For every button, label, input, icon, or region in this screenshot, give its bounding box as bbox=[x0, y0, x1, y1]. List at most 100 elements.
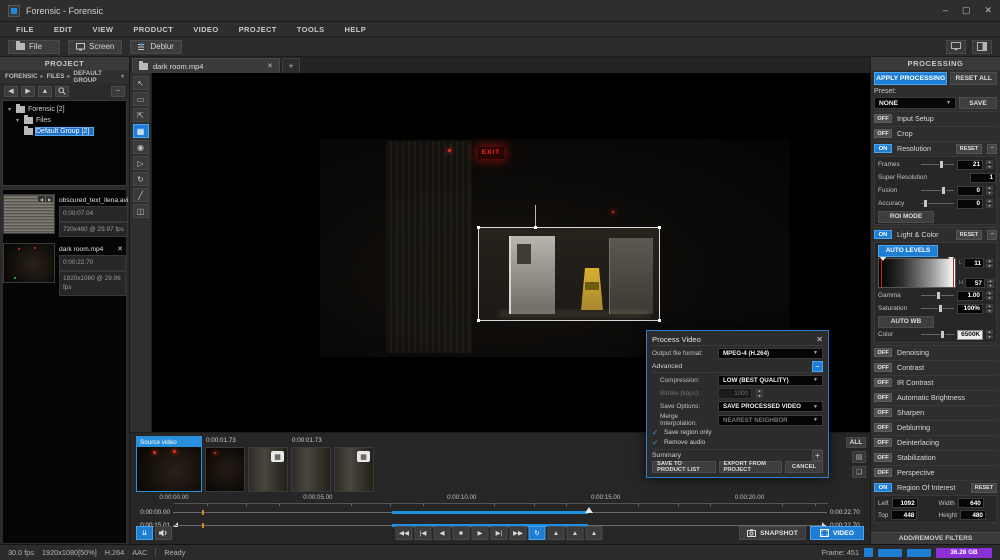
file-item-obscured-text[interactable]: ◀▶ obscured_text_llena.avi 0:00:07.04 72… bbox=[3, 194, 126, 237]
crumb-forensic[interactable]: FORENSIC bbox=[5, 73, 38, 80]
minimize-button[interactable]: – bbox=[943, 5, 948, 16]
filter-label[interactable]: IR Contrast bbox=[897, 378, 933, 387]
save-to-product-list-button[interactable]: SAVE TO PRODUCT LIST bbox=[652, 461, 716, 473]
loop-button[interactable]: ↻ bbox=[529, 526, 546, 540]
filter-label[interactable]: Denoising bbox=[897, 348, 929, 357]
filter-label[interactable]: Perspective bbox=[897, 468, 935, 477]
filter-label[interactable]: Crop bbox=[897, 129, 913, 138]
crumb-files[interactable]: FILES bbox=[47, 73, 65, 80]
screen-button[interactable]: Screen bbox=[68, 40, 122, 54]
reset-button[interactable]: RESET bbox=[971, 483, 997, 493]
bitrate-spinner[interactable]: ▲▼ bbox=[756, 389, 763, 398]
panel-layout-button[interactable] bbox=[972, 40, 992, 54]
toggle-off[interactable]: OFF bbox=[874, 393, 892, 402]
playhead-marker[interactable] bbox=[585, 507, 593, 513]
collapse-panel-button[interactable]: − bbox=[111, 86, 125, 97]
menu-video[interactable]: VIDEO bbox=[183, 25, 228, 34]
gamma-spinner[interactable]: ▲▼ bbox=[986, 291, 993, 300]
color-value[interactable]: 6500K bbox=[957, 330, 983, 340]
filter-label[interactable]: Deinterlacing bbox=[897, 438, 939, 447]
toggle-off[interactable]: OFF bbox=[874, 348, 892, 357]
toggle-off[interactable]: OFF bbox=[874, 129, 892, 138]
apply-processing-button[interactable]: APPLY PROCESSING bbox=[874, 72, 947, 85]
thumb-next-button[interactable]: ▶ bbox=[46, 196, 53, 202]
fusion-slider[interactable] bbox=[921, 186, 954, 195]
new-tab-button[interactable]: + bbox=[282, 58, 300, 73]
roi-left-value[interactable]: 1092 bbox=[892, 498, 918, 508]
file-remove-button[interactable]: ✕ bbox=[117, 245, 123, 253]
toggle-on[interactable]: ON bbox=[874, 230, 892, 239]
close-button[interactable]: ✕ bbox=[984, 5, 992, 16]
output-format-dropdown[interactable]: MPEG-4 (H.264)▼ bbox=[718, 348, 823, 359]
toggle-off[interactable]: OFF bbox=[874, 378, 892, 387]
clip-thumbnail[interactable] bbox=[205, 447, 245, 492]
roi-width-value[interactable]: 640 bbox=[958, 498, 984, 508]
menu-product[interactable]: PRODUCT bbox=[123, 25, 183, 34]
frames-spinner[interactable]: ▲▼ bbox=[986, 160, 993, 169]
reset-button[interactable]: RESET bbox=[956, 230, 982, 240]
selection-segment[interactable] bbox=[392, 511, 588, 514]
all-clips-button[interactable]: ALL bbox=[846, 437, 866, 448]
saturation-value[interactable]: 100% bbox=[957, 304, 983, 314]
tab-close-icon[interactable]: ✕ bbox=[267, 62, 273, 70]
deblur-button[interactable]: Deblur bbox=[130, 40, 182, 54]
filter-label[interactable]: Stabilization bbox=[897, 453, 936, 462]
toggle-on[interactable]: ON bbox=[874, 483, 892, 492]
marker-in-button[interactable]: ▲ bbox=[548, 526, 565, 540]
filter-label[interactable]: Sharpen bbox=[897, 408, 924, 417]
menu-tools[interactable]: TOOLS bbox=[287, 25, 335, 34]
go-to-start-button[interactable]: |◀ bbox=[415, 526, 432, 540]
compression-dropdown[interactable]: LOW (BEST QUALITY)▼ bbox=[718, 375, 823, 386]
filter-label[interactable]: Automatic Brightness bbox=[897, 393, 965, 402]
add-remove-filters-button[interactable]: ADD/REMOVE FILTERS bbox=[871, 532, 1000, 544]
marker-out-button[interactable]: ▲ bbox=[567, 526, 584, 540]
merge-interpolation-dropdown[interactable]: NEAREST NEIGHBOR▼ bbox=[718, 415, 823, 426]
reset-button[interactable]: RESET bbox=[956, 144, 982, 154]
auto-scroll-button[interactable]: ⇊ bbox=[136, 526, 153, 540]
clip-thumbnail[interactable] bbox=[291, 447, 331, 492]
rotate-tool[interactable]: ↻ bbox=[133, 172, 149, 186]
toggle-off[interactable]: OFF bbox=[874, 408, 892, 417]
color-spinner[interactable]: ▲▼ bbox=[986, 330, 993, 339]
filter-label[interactable]: Deblurring bbox=[897, 423, 930, 432]
fusion-value[interactable]: 0 bbox=[957, 186, 983, 196]
toggle-on[interactable]: ON bbox=[874, 144, 892, 153]
region-select-tool[interactable]: ▦ bbox=[133, 124, 149, 138]
collapse-section-button[interactable]: − bbox=[987, 144, 997, 154]
gamma-slider[interactable] bbox=[921, 291, 954, 300]
video-export-button[interactable]: VIDEO bbox=[810, 526, 864, 540]
saturation-slider[interactable] bbox=[921, 304, 954, 313]
roi-height-value[interactable]: 480 bbox=[960, 510, 986, 520]
color-slider[interactable] bbox=[921, 330, 954, 339]
thumb-prev-button[interactable]: ◀ bbox=[38, 196, 45, 202]
marker-clear-button[interactable]: ▲ bbox=[586, 526, 603, 540]
preset-save-button[interactable]: SAVE bbox=[959, 97, 997, 109]
levels-histogram[interactable] bbox=[878, 258, 956, 288]
auto-levels-button[interactable]: AUTO LEVELS bbox=[878, 245, 938, 257]
crumb-group[interactable]: DEFAULT GROUP bbox=[73, 70, 118, 84]
cancel-button[interactable]: CANCEL bbox=[785, 461, 823, 473]
audio-mute-button[interactable] bbox=[155, 526, 172, 540]
tree-node-forensic[interactable]: ▾ Forensic [2] bbox=[5, 104, 124, 115]
snapshot-button[interactable]: SNAPSHOT bbox=[739, 526, 806, 540]
step-forward-button[interactable]: ▶| bbox=[491, 526, 508, 540]
toggle-off[interactable]: OFF bbox=[874, 468, 892, 477]
auto-wb-button[interactable]: AUTO WB bbox=[878, 316, 934, 328]
advanced-collapse-button[interactable]: − bbox=[812, 361, 823, 372]
preset-dropdown[interactable]: NONE▼ bbox=[874, 97, 956, 109]
save-region-only-checkbox[interactable]: ✓ Save region only bbox=[652, 428, 823, 437]
menu-file[interactable]: FILE bbox=[6, 25, 44, 34]
filter-label[interactable]: Input Setup bbox=[897, 114, 934, 123]
timeline-ruler[interactable]: 0:00:00.00 0:00:05.00 0:00:10.00 0:00:15… bbox=[174, 494, 828, 504]
accuracy-value[interactable]: 0 bbox=[957, 199, 983, 209]
frames-value[interactable]: 21 bbox=[957, 160, 983, 170]
nav-forward-button[interactable]: ▶ bbox=[21, 86, 35, 97]
gamma-value[interactable]: 1.00 bbox=[957, 291, 983, 301]
levels-high-spinner[interactable]: ▲▼ bbox=[987, 279, 994, 288]
crop-tool[interactable]: ▭ bbox=[133, 92, 149, 106]
tree-node-default-group[interactable]: Default Group [2] bbox=[5, 126, 124, 137]
filter-label[interactable]: Contrast bbox=[897, 363, 924, 372]
measure-tool[interactable]: ╱ bbox=[133, 188, 149, 202]
nav-back-button[interactable]: ◀ bbox=[4, 86, 18, 97]
fast-forward-button[interactable]: ▶▶ bbox=[510, 526, 527, 540]
